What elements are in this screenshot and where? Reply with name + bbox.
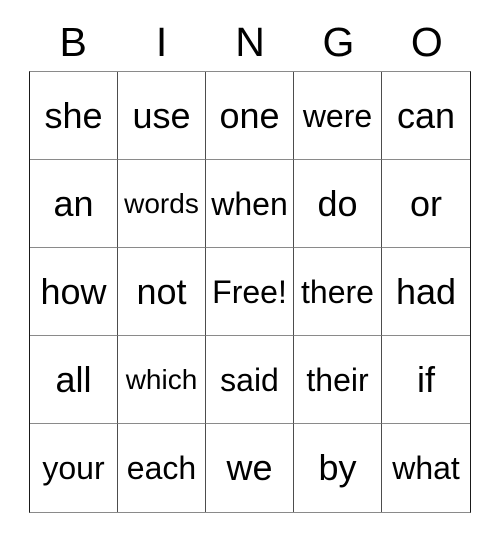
bingo-grid: she use one were can an words when do or how not Fre… [29,71,471,513]
bingo-cell-word: if [417,358,435,400]
bingo-cell[interactable]: your [30,424,118,512]
bingo-cell-word: she [44,94,103,136]
bingo-cell[interactable]: their [294,336,382,424]
bingo-cell[interactable]: not [118,248,206,336]
bingo-cell-word: all [55,358,92,400]
bingo-cell-word: Free! [212,273,287,310]
bingo-cell[interactable]: when [206,160,294,248]
bingo-cell-word: each [126,450,197,486]
bingo-cell[interactable]: what [382,424,470,512]
bingo-cell[interactable]: how [30,248,118,336]
bingo-cell[interactable]: if [382,336,470,424]
bingo-cell-word: there [301,273,374,310]
bingo-cell-word: or [409,182,442,224]
bingo-cell[interactable]: one [206,72,294,160]
bingo-cell-word: not [136,270,187,312]
bingo-cell[interactable]: an [30,160,118,248]
bingo-cell-word: use [132,94,191,136]
bingo-cell-word: one [219,94,280,136]
bingo-cell[interactable]: she [30,72,118,160]
bingo-cell[interactable]: said [206,336,294,424]
bingo-free-space-cell[interactable]: Free! [206,248,294,336]
column-header-b: B [59,19,87,65]
bingo-cell-word: had [395,270,457,312]
bingo-cell-word: which [125,363,198,395]
bingo-card: B I N G O she use one were can an words when do o… [29,14,471,513]
bingo-cell-word: do [317,182,358,224]
bingo-cell[interactable]: each [118,424,206,512]
bingo-cell[interactable]: were [294,72,382,160]
bingo-cell[interactable]: had [382,248,470,336]
bingo-cell-word: when [211,185,288,222]
bingo-cell-word: said [220,361,279,398]
column-header-n: N [235,19,265,65]
bingo-cell[interactable]: do [294,160,382,248]
bingo-header-row: B I N G O [29,14,471,71]
column-header-g: G [322,19,355,65]
bingo-cell-word: your [42,450,105,486]
bingo-cell-word: can [396,94,456,136]
bingo-cell-word: were [302,97,373,134]
bingo-cell[interactable]: we [206,424,294,512]
bingo-cell[interactable]: words [118,160,206,248]
bingo-cell[interactable]: all [30,336,118,424]
bingo-cell-word: by [318,447,357,488]
bingo-cell[interactable]: which [118,336,206,424]
bingo-cell[interactable]: there [294,248,382,336]
column-header-i: I [155,19,168,65]
bingo-cell-word: how [40,270,107,312]
bingo-cell[interactable]: by [294,424,382,512]
column-header-o: O [410,19,443,65]
bingo-cell-word: an [53,182,94,224]
bingo-cell-word: their [306,361,369,398]
bingo-cell[interactable]: use [118,72,206,160]
bingo-cell[interactable]: or [382,160,470,248]
bingo-cell-word: what [392,450,460,486]
bingo-cell[interactable]: can [382,72,470,160]
bingo-cell-word: words [124,187,199,219]
bingo-cell-word: we [226,447,273,488]
